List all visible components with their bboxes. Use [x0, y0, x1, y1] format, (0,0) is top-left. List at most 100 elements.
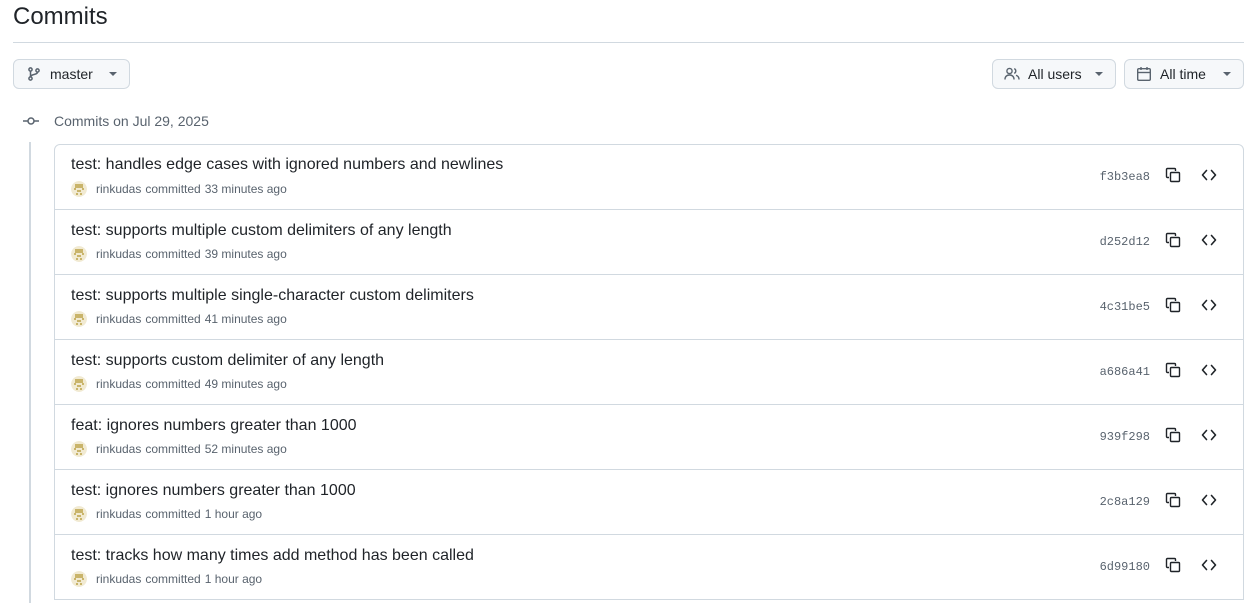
branch-selector-button[interactable]: master: [13, 59, 130, 89]
avatar[interactable]: [71, 311, 96, 327]
avatar[interactable]: [71, 506, 96, 522]
commit-author-link[interactable]: rinkudas: [96, 312, 141, 326]
avatar[interactable]: [71, 181, 96, 197]
commit-row: test: tracks how many times add method h…: [54, 535, 1244, 600]
commit-row: test: supports multiple single-character…: [54, 275, 1244, 340]
commit-message-link[interactable]: test: supports custom delimiter of any l…: [71, 351, 384, 371]
commit-author-link[interactable]: rinkudas: [96, 247, 141, 261]
commit-sha-link[interactable]: 6d99180: [1100, 560, 1150, 574]
avatar[interactable]: [71, 376, 96, 392]
browse-repo-at-commit-button[interactable]: [1199, 167, 1219, 187]
commit-sha-link[interactable]: d252d12: [1100, 235, 1150, 249]
calendar-icon: [1136, 66, 1152, 82]
browse-repo-at-commit-button[interactable]: [1199, 362, 1219, 382]
commit-row: test: handles edge cases with ignored nu…: [54, 144, 1244, 210]
code-icon: [1201, 167, 1217, 188]
commit-action: committed: [145, 312, 201, 326]
copy-icon: [1165, 297, 1181, 318]
code-icon: [1201, 362, 1217, 383]
users-filter-button[interactable]: All users: [992, 59, 1116, 89]
commit-message-link[interactable]: feat: ignores numbers greater than 1000: [71, 416, 357, 436]
copy-sha-button[interactable]: [1163, 362, 1183, 382]
browse-repo-at-commit-button[interactable]: [1199, 232, 1219, 252]
browse-repo-at-commit-button[interactable]: [1199, 492, 1219, 512]
commit-time: 52 minutes ago: [204, 442, 287, 456]
chevron-down-icon: [1223, 72, 1231, 76]
copy-sha-button[interactable]: [1163, 297, 1183, 317]
code-icon: [1201, 232, 1217, 253]
copy-icon: [1165, 427, 1181, 448]
commit-message-link[interactable]: test: handles edge cases with ignored nu…: [71, 155, 503, 175]
code-icon: [1201, 557, 1217, 578]
code-icon: [1201, 492, 1217, 513]
commit-author-link[interactable]: rinkudas: [96, 182, 141, 196]
copy-sha-button[interactable]: [1163, 232, 1183, 252]
time-filter-button[interactable]: All time: [1124, 59, 1244, 89]
commit-sha-link[interactable]: 939f298: [1100, 430, 1150, 444]
branch-selector-label: master: [50, 66, 93, 82]
avatar[interactable]: [71, 571, 96, 587]
commit-meta: rinkudas committed 39 minutes ago: [71, 246, 287, 262]
copy-icon: [1165, 492, 1181, 513]
users-filter-label: All users: [1028, 66, 1082, 82]
commit-sha-link[interactable]: 2c8a129: [1100, 495, 1150, 509]
git-branch-icon: [26, 66, 42, 82]
git-commit-icon: [23, 114, 39, 133]
commit-sha-link[interactable]: f3b3ea8: [1100, 170, 1150, 184]
commit-row: test: supports custom delimiter of any l…: [54, 340, 1244, 405]
copy-icon: [1165, 362, 1181, 383]
copy-icon: [1165, 232, 1181, 253]
commit-message-link[interactable]: test: tracks how many times add method h…: [71, 546, 474, 566]
commit-meta: rinkudas committed 1 hour ago: [71, 506, 262, 522]
commit-message-link[interactable]: test: ignores numbers greater than 1000: [71, 481, 356, 501]
copy-sha-button[interactable]: [1163, 492, 1183, 512]
copy-icon: [1165, 557, 1181, 578]
commit-row: test: supports multiple custom delimiter…: [54, 210, 1244, 275]
browse-repo-at-commit-button[interactable]: [1199, 427, 1219, 447]
commit-meta: rinkudas committed 33 minutes ago: [71, 181, 287, 197]
people-icon: [1004, 66, 1020, 82]
commit-author-link[interactable]: rinkudas: [96, 507, 141, 521]
timeline-line: [29, 142, 31, 603]
code-icon: [1201, 297, 1217, 318]
commit-sha-link[interactable]: 4c31be5: [1100, 300, 1150, 314]
commit-meta: rinkudas committed 49 minutes ago: [71, 376, 287, 392]
commit-meta: rinkudas committed 52 minutes ago: [71, 441, 287, 457]
commit-meta: rinkudas committed 41 minutes ago: [71, 311, 287, 327]
commit-action: committed: [145, 442, 201, 456]
commit-action: committed: [145, 182, 201, 196]
commit-action: committed: [145, 377, 201, 391]
avatar[interactable]: [71, 441, 96, 457]
browse-repo-at-commit-button[interactable]: [1199, 297, 1219, 317]
copy-sha-button[interactable]: [1163, 427, 1183, 447]
commit-author-link[interactable]: rinkudas: [96, 442, 141, 456]
commit-author-link[interactable]: rinkudas: [96, 377, 141, 391]
copy-icon: [1165, 167, 1181, 188]
commit-message-link[interactable]: test: supports multiple single-character…: [71, 286, 474, 306]
commit-time: 33 minutes ago: [204, 182, 287, 196]
commit-time: 1 hour ago: [204, 507, 263, 521]
page-title: Commits: [13, 3, 108, 30]
commit-time: 39 minutes ago: [204, 247, 287, 261]
commit-row: test: ignores numbers greater than 1000 …: [54, 470, 1244, 535]
chevron-down-icon: [1095, 72, 1103, 76]
commit-sha-link[interactable]: a686a41: [1100, 365, 1150, 379]
commit-meta: rinkudas committed 1 hour ago: [71, 571, 262, 587]
commit-action: committed: [145, 507, 201, 521]
copy-sha-button[interactable]: [1163, 557, 1183, 577]
commit-time: 1 hour ago: [204, 572, 263, 586]
commit-action: committed: [145, 572, 201, 586]
commit-list: test: handles edge cases with ignored nu…: [54, 144, 1244, 600]
chevron-down-icon: [109, 72, 117, 76]
commit-message-link[interactable]: test: supports multiple custom delimiter…: [71, 221, 452, 241]
commit-row: feat: ignores numbers greater than 1000 …: [54, 405, 1244, 470]
avatar[interactable]: [71, 246, 96, 262]
copy-sha-button[interactable]: [1163, 167, 1183, 187]
commit-author-link[interactable]: rinkudas: [96, 572, 141, 586]
commit-time: 41 minutes ago: [204, 312, 287, 326]
browse-repo-at-commit-button[interactable]: [1199, 557, 1219, 577]
commit-time: 49 minutes ago: [204, 377, 287, 391]
title-divider: [13, 42, 1244, 43]
time-filter-label: All time: [1160, 66, 1206, 82]
code-icon: [1201, 427, 1217, 448]
